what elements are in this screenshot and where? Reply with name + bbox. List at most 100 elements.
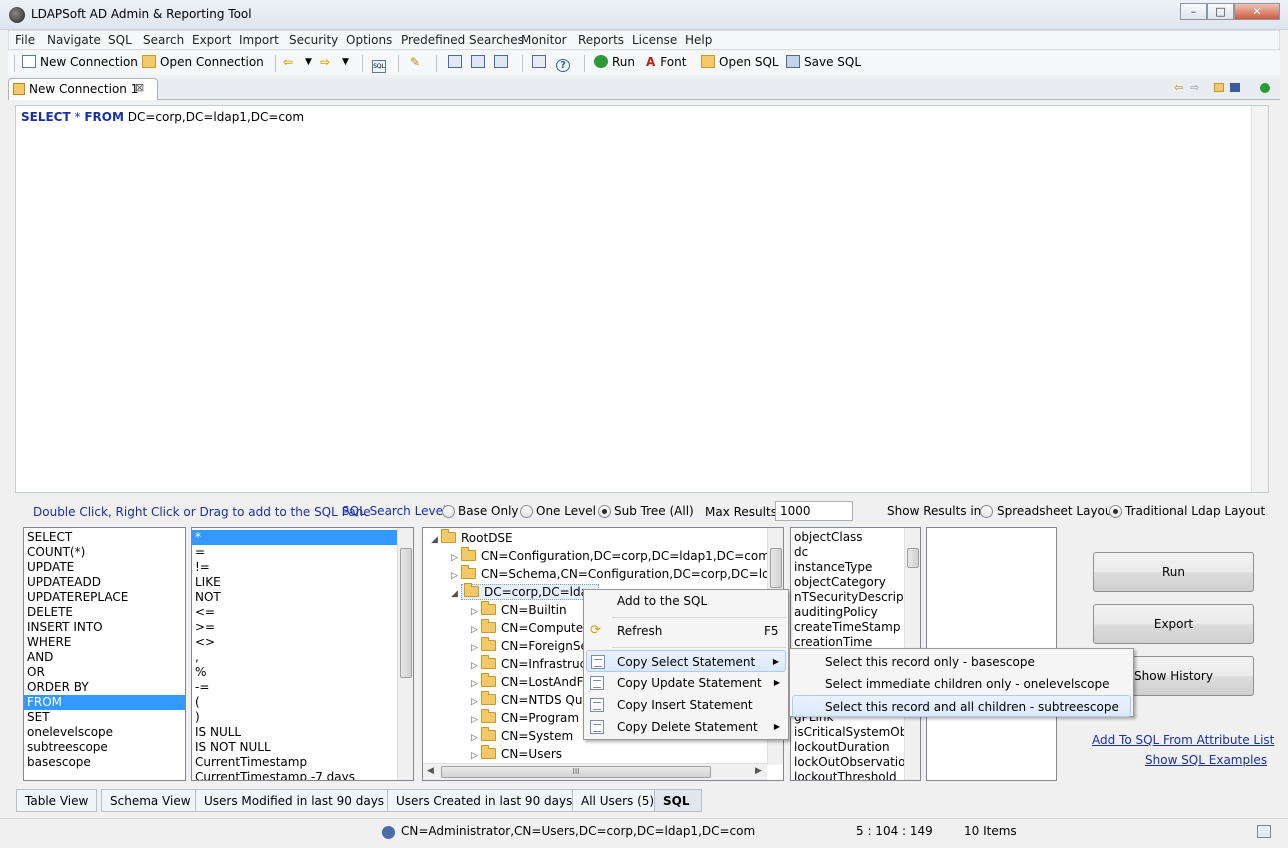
attribute-item[interactable]: instanceType — [791, 560, 906, 575]
keyword-item[interactable]: OR — [24, 665, 185, 680]
operator-list[interactable]: * = != LIKE NOT <= >= <>,% -=() IS NULL IS NOT NUL… — [191, 527, 414, 781]
operator-item[interactable]: % — [192, 665, 399, 680]
operator-item[interactable]: , — [192, 650, 399, 665]
attribute-item[interactable]: lockOutObservationWindow — [791, 755, 920, 770]
tree-child-node[interactable]: ▷ CN=Users — [471, 745, 562, 763]
submenu-basescope[interactable]: Select this record only - basescope — [792, 651, 1131, 673]
tree-node-configuration[interactable]: ▷ CN=Configuration,DC=corp,DC=ldap1,DC=co… — [451, 547, 770, 565]
menu-import[interactable]: Import — [239, 33, 279, 47]
menu-refresh[interactable]: ⟳ Refresh F5 — [586, 620, 786, 642]
nav-forward-icon[interactable]: ⇨ — [1190, 81, 1199, 94]
menu-add-to-sql[interactable]: Add to the SQL — [586, 590, 786, 612]
operator-item[interactable]: >= — [192, 620, 399, 635]
tab-sql[interactable]: SQL — [654, 789, 702, 812]
operator-item[interactable]: <= — [192, 605, 399, 620]
sql-scrollbar[interactable] — [1251, 106, 1268, 492]
close-button[interactable]: ✕ — [1234, 3, 1280, 20]
menu-copy-update[interactable]: Copy Update Statement ▶ — [586, 672, 786, 694]
tree-export-icon-3[interactable] — [494, 55, 512, 69]
attribute-item[interactable]: objectClass — [791, 530, 906, 545]
operator-item[interactable]: ( — [192, 695, 399, 710]
menu-file[interactable]: File — [15, 33, 35, 47]
tab-close-icon[interactable]: ⊠ — [135, 81, 144, 94]
keyword-item[interactable]: AND — [24, 650, 185, 665]
operator-item[interactable]: NOT — [192, 590, 399, 605]
radio-base-only[interactable] — [442, 505, 455, 518]
sql-icon[interactable]: SQL — [372, 55, 390, 73]
attribute-item[interactable]: createTimeStamp — [791, 620, 906, 635]
tree-child-node[interactable]: ▷ CN=NTDS Quo — [471, 691, 590, 709]
help-icon[interactable]: ? — [556, 55, 574, 72]
maximize-button[interactable]: □ — [1207, 3, 1234, 20]
menu-copy-select[interactable]: Copy Select Statement ▶ — [586, 650, 786, 672]
run-big-button[interactable]: Run — [1093, 552, 1254, 592]
max-results-input[interactable]: 1000 — [775, 501, 853, 521]
menu-sql[interactable]: SQL — [108, 33, 132, 47]
tree-root[interactable]: ◢ RootDSE — [431, 529, 513, 547]
show-sql-examples-link[interactable]: Show SQL Examples — [1145, 753, 1267, 767]
operator-item[interactable]: CurrentTimestamp — [192, 755, 399, 770]
attribute-item[interactable]: isCriticalSystemObject — [791, 725, 920, 740]
attribute-item[interactable]: lockoutThreshold — [791, 770, 906, 780]
tree-node-schema[interactable]: ▷ CN=Schema,CN=Configuration,DC=corp,DC=l… — [451, 565, 783, 583]
operator-item[interactable]: IS NOT NULL — [192, 740, 399, 755]
menu-monitor[interactable]: Monitor — [521, 33, 567, 47]
tree-child-node[interactable]: ▷ CN=Infrastruct — [471, 655, 591, 673]
tab-all-users[interactable]: All Users (5) — [572, 789, 664, 812]
keyword-item[interactable]: UPDATE — [24, 560, 185, 575]
tab-new-connection-1[interactable]: New Connection 1 ⊠ — [8, 78, 158, 100]
keyword-item[interactable]: subtreescope — [24, 740, 185, 755]
new-connection-button[interactable]: New Connection — [22, 55, 138, 69]
menu-options[interactable]: Options — [346, 33, 392, 47]
export-button[interactable]: Export — [1093, 604, 1254, 644]
tree-child-node[interactable]: ▷ CN=LostAndFo — [471, 673, 590, 691]
tree-hscrollbar[interactable]: ◀ III ▶ — [423, 763, 767, 780]
add-to-sql-from-attribute-link[interactable]: Add To SQL From Attribute List — [1092, 733, 1274, 747]
keyword-item[interactable]: DELETE — [24, 605, 185, 620]
tree-node-domain[interactable]: ◢ DC=corp,DC=ldap — [451, 583, 599, 601]
operator-item[interactable]: CurrentTimestamp -7 days — [192, 770, 399, 780]
tree-child-node[interactable]: ▷ CN=ForeignSe — [471, 637, 588, 655]
keyword-item[interactable]: SELECT — [24, 530, 185, 545]
submenu-subtreescope[interactable]: Select this record and all children - su… — [792, 695, 1131, 717]
keyword-item[interactable]: onelevelscope — [24, 725, 185, 740]
tree-export-icon-2[interactable] — [471, 55, 489, 69]
open-icon[interactable] — [1214, 83, 1224, 92]
menu-reports[interactable]: Reports — [578, 33, 624, 47]
attribute-item[interactable]: auditingPolicy — [791, 605, 906, 620]
keyword-item[interactable]: INSERT INTO — [24, 620, 185, 635]
font-button[interactable]: A Font — [646, 55, 686, 69]
tab-schema-view[interactable]: Schema View — [101, 789, 200, 812]
operator-item[interactable]: ) — [192, 710, 399, 725]
keyword-item[interactable]: WHERE — [24, 635, 185, 650]
attribute-item[interactable]: nTSecurityDescriptor — [791, 590, 920, 605]
forward-dropdown-icon[interactable]: ▼ — [342, 57, 349, 67]
nav-back-icon[interactable]: ⇦ — [1174, 81, 1183, 94]
forward-arrow-icon[interactable]: ⇨ — [320, 55, 330, 69]
submenu-onelevelscope[interactable]: Select immediate children only - oneleve… — [792, 673, 1131, 695]
sql-editor[interactable]: SELECT * FROM DC=corp,DC=ldap1,DC=com — [15, 105, 1269, 493]
run-button[interactable]: Run — [594, 55, 635, 69]
menu-predefined-searches[interactable]: Predefined Searches — [401, 33, 524, 47]
attribute-item[interactable]: dc — [791, 545, 906, 560]
tree-export-icon-1[interactable] — [448, 55, 466, 69]
keyword-item[interactable]: SET — [24, 710, 185, 725]
keyword-item[interactable]: UPDATEREPLACE — [24, 590, 185, 605]
print-icon[interactable] — [532, 55, 550, 69]
tree-child-node[interactable]: ▷ CN=Computer — [471, 619, 588, 637]
keyword-item[interactable]: FROM — [24, 695, 185, 710]
tab-users-modified[interactable]: Users Modified in last 90 days (1) — [195, 789, 414, 812]
open-sql-button[interactable]: Open SQL — [701, 55, 779, 69]
keyword-item[interactable]: UPDATEADD — [24, 575, 185, 590]
tab-table-view[interactable]: Table View — [16, 789, 98, 812]
tree-child-node[interactable]: ▷ CN=System — [471, 727, 573, 745]
menu-help[interactable]: Help — [685, 33, 712, 47]
operator-item[interactable]: = — [192, 545, 399, 560]
operator-item[interactable]: != — [192, 560, 399, 575]
menu-copy-delete[interactable]: Copy Delete Statement ▶ — [586, 716, 786, 738]
operator-item[interactable]: <> — [192, 635, 399, 650]
tree-child-node[interactable]: ▷ CN=Builtin — [471, 601, 567, 619]
keyword-item[interactable]: COUNT(*) — [24, 545, 185, 560]
keyword-item[interactable]: basescope — [24, 755, 185, 770]
menu-search[interactable]: Search — [143, 33, 184, 47]
